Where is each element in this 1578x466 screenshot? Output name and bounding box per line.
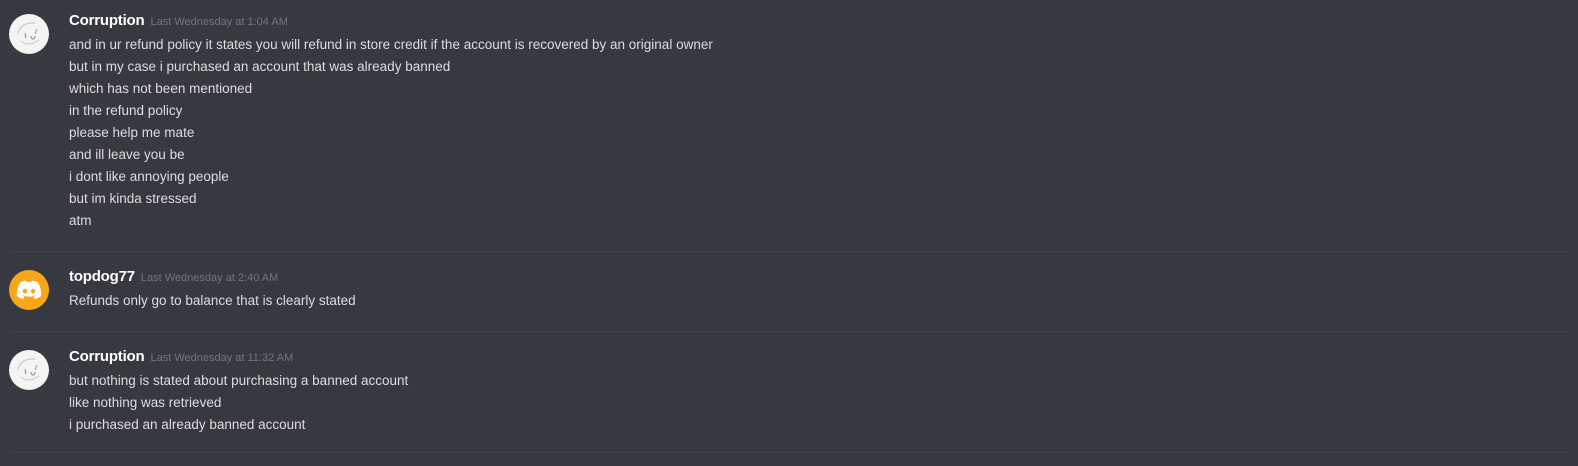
sketch-face-avatar-icon — [17, 358, 40, 381]
timestamp[interactable]: Last Wednesday at 2:40 AM — [141, 272, 278, 284]
message-content: topdog77 Last Wednesday at 2:40 AM Refun… — [69, 268, 356, 312]
message-divider — [9, 452, 1568, 453]
timestamp[interactable]: Last Wednesday at 11:32 AM — [150, 352, 293, 364]
chat-messages: Corruption Last Wednesday at 1:04 AM and… — [0, 0, 1578, 466]
message-line: like nothing was retrieved — [69, 395, 222, 410]
username[interactable]: Corruption — [69, 12, 145, 29]
message-content: Corruption Last Wednesday at 1:04 AM and… — [69, 12, 713, 232]
message-line: i dont like annoying people — [69, 169, 229, 184]
username[interactable]: Corruption — [69, 348, 145, 365]
message-line: and ill leave you be — [69, 147, 185, 162]
message-line: but in my case i purchased an account th… — [69, 59, 451, 74]
message-line: which has not been mentioned — [69, 81, 253, 96]
discord-default-avatar-icon — [16, 280, 42, 300]
avatar[interactable] — [9, 270, 49, 310]
message-line: but im kinda stressed — [69, 191, 197, 206]
message-line: but nothing is stated about purchasing a… — [69, 373, 409, 388]
message-divider — [9, 251, 1568, 252]
message-line: please help me mate — [69, 125, 195, 140]
message-line: Refunds only go to balance that is clear… — [69, 293, 356, 308]
message-line: in the refund policy — [69, 103, 183, 118]
avatar[interactable] — [9, 14, 49, 54]
message-header: Corruption Last Wednesday at 11:32 AM — [69, 348, 408, 370]
message-content: Corruption Last Wednesday at 11:32 AM bu… — [69, 348, 408, 436]
message-line: atm — [69, 213, 92, 228]
username[interactable]: topdog77 — [69, 268, 135, 285]
avatar[interactable] — [9, 350, 49, 390]
message-header: Corruption Last Wednesday at 1:04 AM — [69, 12, 713, 34]
message-header: topdog77 Last Wednesday at 2:40 AM — [69, 268, 356, 290]
message-line: and in ur refund policy it states you wi… — [69, 37, 713, 52]
message-line: i purchased an already banned account — [69, 417, 306, 432]
message-divider — [9, 331, 1568, 332]
timestamp[interactable]: Last Wednesday at 1:04 AM — [150, 16, 287, 28]
sketch-face-avatar-icon — [17, 22, 40, 45]
